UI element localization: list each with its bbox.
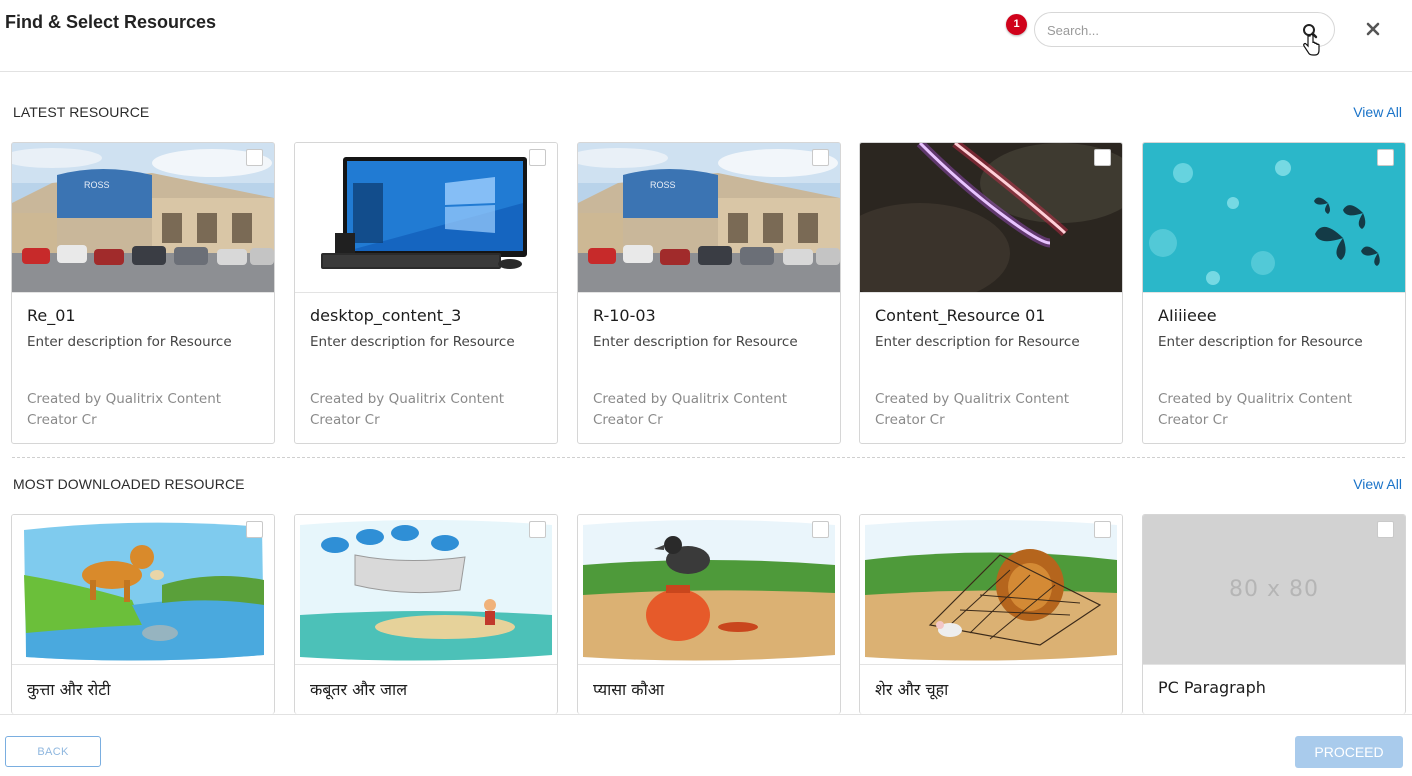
card-title: AIiiieee — [1158, 306, 1217, 325]
header: Find & Select Resources 1 — [0, 0, 1412, 72]
hand-cursor-icon — [1302, 33, 1320, 56]
page-title: Find & Select Resources — [5, 12, 217, 32]
crow-illustration-thumbnail — [578, 515, 840, 665]
select-checkbox[interactable] — [246, 149, 263, 166]
section-title-most-downloaded: MOST DOWNLOADED RESOURCE — [13, 476, 245, 492]
select-checkbox[interactable] — [1094, 521, 1111, 538]
select-checkbox[interactable] — [529, 149, 546, 166]
lion-illustration-thumbnail — [860, 515, 1122, 665]
select-checkbox[interactable] — [1094, 149, 1111, 166]
section-divider — [12, 457, 1405, 458]
select-checkbox[interactable] — [812, 521, 829, 538]
select-checkbox[interactable] — [246, 521, 263, 538]
card-author: Created by Qualitrix Content Creator Cr — [875, 391, 1070, 428]
butterflies-thumbnail — [1143, 143, 1405, 293]
select-checkbox[interactable] — [1377, 149, 1394, 166]
svg-text:ROSS: ROSS — [84, 180, 110, 190]
proceed-button[interactable]: PROCEED — [1295, 736, 1403, 768]
resource-card[interactable]: AIiiieee Enter description for Resource … — [1142, 142, 1406, 444]
svg-text:ROSS: ROSS — [650, 180, 676, 190]
card-title: Re_01 — [27, 306, 76, 325]
resource-card[interactable]: ROSS R-10-03 Enter description for Resou… — [577, 142, 841, 444]
store-photo-thumbnail: ROSS — [12, 143, 274, 293]
dog-illustration-thumbnail — [12, 515, 274, 665]
card-title: PC Paragraph — [1158, 678, 1266, 697]
card-author: Created by Qualitrix Content Creator Cr — [310, 391, 505, 428]
card-description: Enter description for Resource — [310, 334, 515, 350]
pigeons-illustration-thumbnail — [295, 515, 557, 665]
resource-card[interactable]: प्यासा कौआ — [577, 514, 841, 714]
placeholder-text: 80 x 80 — [1229, 577, 1319, 602]
notification-badge[interactable]: 1 — [1006, 14, 1027, 35]
resource-card[interactable]: 80 x 80 PC Paragraph — [1142, 514, 1406, 714]
search-box[interactable] — [1034, 12, 1335, 47]
desktop-computer-thumbnail — [295, 143, 557, 293]
card-title: Content_Resource 01 — [875, 306, 1046, 325]
close-icon[interactable] — [1362, 18, 1384, 40]
card-title: कबूतर और जाल — [310, 680, 408, 699]
card-title: प्यासा कौआ — [593, 680, 665, 699]
select-checkbox[interactable] — [1377, 521, 1394, 538]
store-photo-thumbnail: ROSS — [578, 143, 840, 293]
resource-card[interactable]: कबूतर और जाल — [294, 514, 558, 714]
select-checkbox[interactable] — [812, 149, 829, 166]
resource-card[interactable]: कुत्ता और रोटी — [11, 514, 275, 714]
neon-light-thumbnail — [860, 143, 1122, 293]
resource-card[interactable]: ROSS Re_01 Enter description for Resourc… — [11, 142, 275, 444]
card-author: Created by Qualitrix Content Creator Cr — [1158, 391, 1353, 428]
select-checkbox[interactable] — [529, 521, 546, 538]
back-button[interactable]: BACK — [5, 736, 101, 767]
card-author: Created by Qualitrix Content Creator Cr — [593, 391, 788, 428]
card-description: Enter description for Resource — [27, 334, 232, 350]
card-title: R-10-03 — [593, 306, 656, 325]
placeholder-thumbnail: 80 x 80 — [1143, 515, 1405, 665]
card-description: Enter description for Resource — [1158, 334, 1363, 350]
resource-card[interactable]: Content_Resource 01 Enter description fo… — [859, 142, 1123, 444]
search-input[interactable] — [1047, 19, 1297, 41]
view-all-latest-link[interactable]: View All — [1353, 104, 1402, 120]
card-description: Enter description for Resource — [875, 334, 1080, 350]
section-title-latest: LATEST RESOURCE — [13, 104, 150, 120]
view-all-most-downloaded-link[interactable]: View All — [1353, 476, 1402, 492]
resource-card[interactable]: desktop_content_3 Enter description for … — [294, 142, 558, 444]
card-title: desktop_content_3 — [310, 306, 462, 325]
card-description: Enter description for Resource — [593, 334, 798, 350]
card-title: कुत्ता और रोटी — [27, 680, 111, 699]
card-author: Created by Qualitrix Content Creator Cr — [27, 391, 222, 428]
resource-card[interactable]: शेर और चूहा — [859, 514, 1123, 714]
card-title: शेर और चूहा — [875, 680, 949, 699]
footer: BACK PROCEED — [0, 714, 1412, 776]
